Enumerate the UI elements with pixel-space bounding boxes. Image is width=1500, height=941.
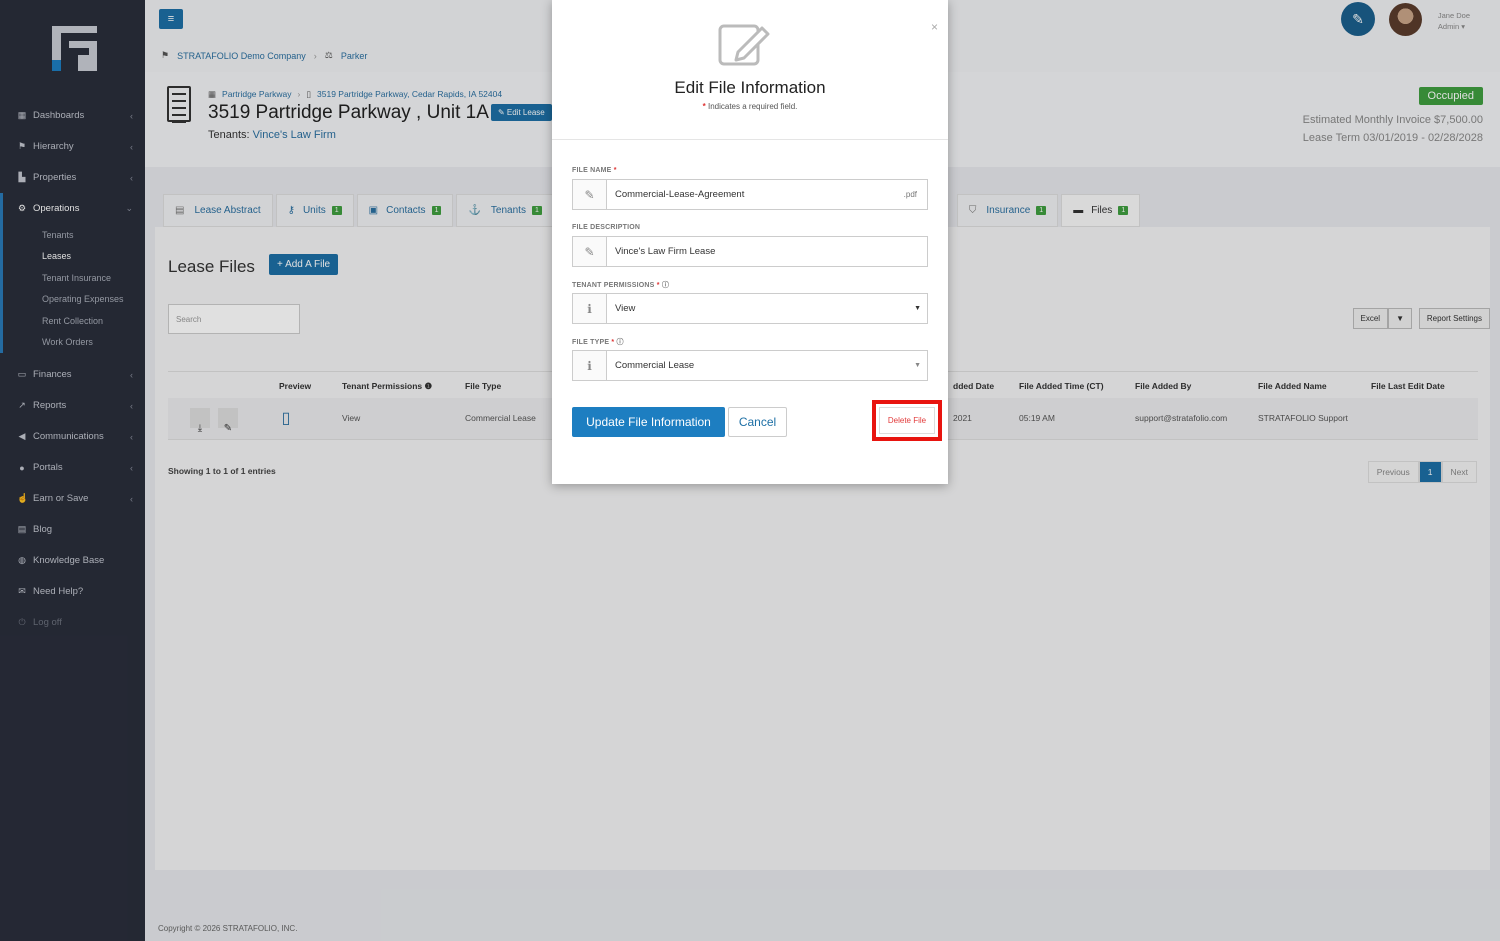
- tenant-permissions-value[interactable]: View: [607, 294, 914, 323]
- file-name-label: FILE NAME *: [572, 167, 617, 174]
- info-icon: ℹ: [573, 351, 607, 380]
- edit-document-icon: [718, 24, 770, 66]
- delete-highlight-box: Delete File: [872, 400, 942, 441]
- tenant-permissions-label: TENANT PERMISSIONS * ⓘ: [572, 282, 670, 289]
- edit-icon: ✎: [573, 180, 607, 209]
- file-description-field[interactable]: ✎ Vince's Law Firm Lease: [572, 236, 928, 267]
- info-icon: ℹ: [573, 294, 607, 323]
- file-type-select[interactable]: ℹ Commercial Lease ▼: [572, 350, 928, 381]
- close-icon[interactable]: ×: [931, 20, 938, 34]
- file-type-label: FILE TYPE * ⓘ: [572, 339, 624, 346]
- cancel-button[interactable]: Cancel: [728, 407, 787, 437]
- edit-file-modal: × Edit File Information * Indicates a re…: [552, 0, 948, 484]
- info-icon: ⓘ: [616, 339, 624, 346]
- file-name-field[interactable]: ✎ Commercial-Lease-Agreement .pdf: [572, 179, 928, 210]
- tenant-permissions-select[interactable]: ℹ View ▼: [572, 293, 928, 324]
- required-note: * Indicates a required field.: [702, 102, 798, 111]
- file-description-input[interactable]: Vince's Law Firm Lease: [607, 237, 927, 266]
- edit-icon: ✎: [573, 237, 607, 266]
- file-type-value[interactable]: Commercial Lease: [607, 351, 914, 380]
- delete-file-button[interactable]: Delete File: [879, 407, 935, 434]
- modal-title: Edit File Information: [674, 78, 826, 97]
- file-description-label: FILE DESCRIPTION: [572, 224, 641, 231]
- caret-down-icon: ▼: [914, 305, 921, 312]
- file-extension: .pdf: [903, 190, 917, 199]
- file-name-input[interactable]: Commercial-Lease-Agreement: [607, 180, 904, 209]
- update-file-button[interactable]: Update File Information: [572, 407, 725, 437]
- modal-header: × Edit File Information * Indicates a re…: [552, 0, 948, 140]
- caret-down-icon: ▼: [914, 362, 921, 369]
- info-icon: ⓘ: [661, 282, 670, 289]
